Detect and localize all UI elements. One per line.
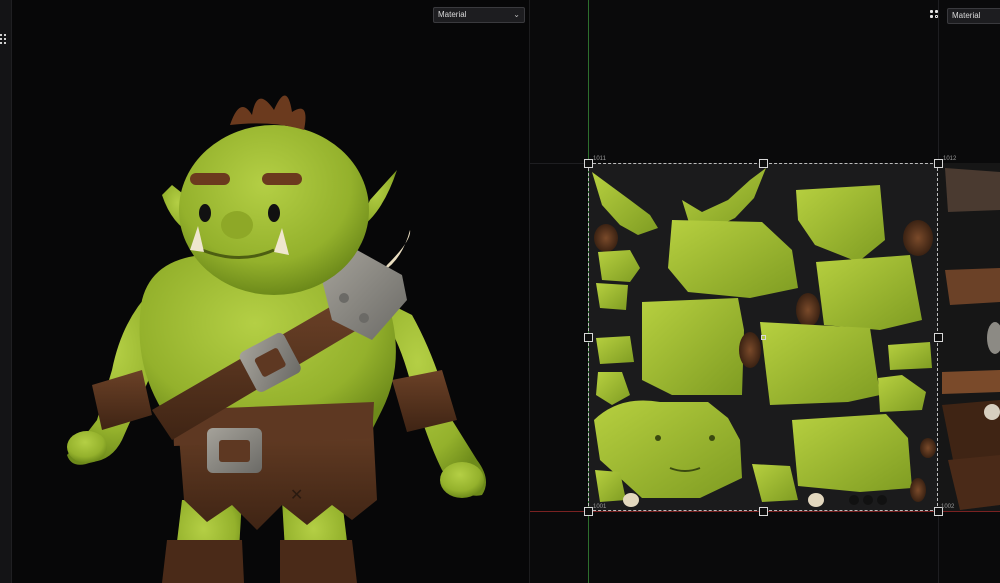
3d-viewport[interactable]: Material ⌄ ✕: [12, 0, 530, 583]
dots-grid-icon[interactable]: [930, 10, 940, 20]
transform-handle[interactable]: [934, 333, 943, 342]
uv-editor-panel[interactable]: 1011 1012 1001 1002 Material: [530, 0, 1000, 583]
udim-tile-label: 1001: [593, 504, 607, 510]
transform-handle[interactable]: [759, 159, 768, 168]
uv-display-dropdown[interactable]: Material: [947, 8, 1000, 24]
orc-character-model[interactable]: ✕: [12, 0, 530, 583]
uv-display-value: Material: [952, 11, 981, 20]
transform-handle[interactable]: [584, 333, 593, 342]
udim-tile-label: 1012: [943, 156, 957, 162]
transform-handle[interactable]: [584, 507, 593, 516]
transform-pivot[interactable]: [761, 335, 766, 340]
transform-handle[interactable]: [759, 507, 768, 516]
udim-tile-label: 1011: [593, 156, 606, 162]
transform-handle[interactable]: [934, 159, 943, 168]
left-toolbar-strip: [0, 0, 12, 583]
grid-menu-icon[interactable]: [0, 34, 8, 44]
belt-buckle: [207, 428, 262, 473]
udim-tile-label: 1002: [941, 504, 955, 510]
stitch-mark: ✕: [290, 487, 303, 504]
app-window: Material ⌄ ✕ 1011 1012 1001 1002 Materia…: [0, 0, 1000, 583]
transform-handle[interactable]: [584, 159, 593, 168]
